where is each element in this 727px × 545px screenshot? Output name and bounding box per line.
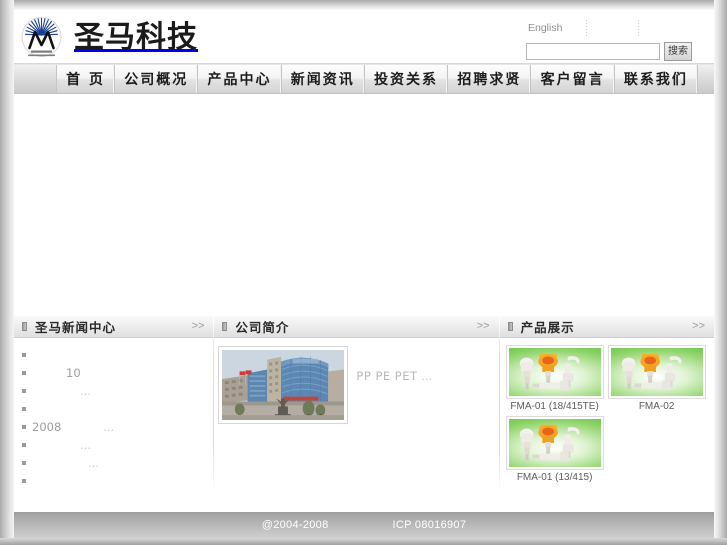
panel-about: 公司简介 >> PP PE PET ... (214, 316, 499, 491)
product-thumbnail-frame (505, 416, 604, 470)
list-item[interactable]: ... (20, 436, 207, 454)
site-header: 圣马科技 English 搜索 (14, 10, 714, 64)
list-item[interactable]: ... (20, 454, 207, 472)
logo-wordmark: 圣马科技 (74, 19, 198, 55)
dotted-divider-1 (586, 20, 587, 36)
nav-item-news[interactable]: 新闻资讯 (282, 65, 365, 93)
nav-item-products[interactable]: 产品中心 (198, 65, 282, 93)
panel-about-body: PP PE PET ... (214, 338, 498, 424)
pump-dispenser-photo (610, 348, 703, 396)
footer-icp: ICP 08016907 (392, 519, 467, 531)
panel-about-more-link[interactable]: >> (477, 320, 490, 332)
panel-products-header: 产品展示 >> (499, 316, 714, 338)
panel-products-title: 产品展示 (520, 320, 575, 335)
dotted-divider-2 (638, 20, 639, 36)
panel-news-more-link[interactable]: >> (192, 320, 205, 332)
language-switch-english[interactable]: English (528, 22, 562, 34)
panel-about-header: 公司简介 >> (214, 316, 499, 338)
panel-bullet-icon (507, 322, 513, 331)
nav-item-about[interactable]: 公司概况 (115, 65, 199, 93)
list-item[interactable]: 10 (20, 364, 207, 382)
product-label: FMA-02 (638, 401, 675, 412)
banner-area (14, 94, 714, 316)
site-logo[interactable]: 圣马科技 (19, 15, 198, 60)
list-item[interactable] (20, 400, 207, 418)
nav-item-contact[interactable]: 联系我们 (615, 65, 698, 93)
panel-news-header: 圣马新闻中心 >> (14, 316, 214, 338)
window-bottom-edge (0, 538, 727, 545)
search-form: 搜索 (526, 42, 692, 61)
list-item[interactable] (20, 346, 207, 364)
search-input[interactable] (526, 43, 660, 60)
panel-bullet-icon (22, 322, 27, 331)
footer-copyright: @2004-2008 (261, 519, 329, 531)
panel-news-body: 10 ... 2008... ... ... (14, 338, 213, 491)
search-button[interactable]: 搜索 (664, 42, 692, 61)
nav-item-home[interactable]: 首 页 (56, 65, 116, 93)
header-utilities: English 搜索 (526, 20, 706, 61)
product-label: FMA-01 (18/415TE) (510, 401, 599, 412)
product-thumbnail-frame (607, 345, 706, 399)
company-photo-frame[interactable] (218, 346, 349, 424)
pump-dispenser-photo (508, 348, 601, 396)
window-top-edge (0, 0, 727, 10)
about-materials: PP PE PET (356, 369, 418, 383)
about-intro-text: PP PE PET ... (348, 346, 492, 424)
list-item[interactable]: ... (20, 382, 207, 400)
panel-bullet-icon (222, 322, 228, 331)
company-building-photo (222, 350, 345, 420)
nav-item-feedback[interactable]: 客户留言 (531, 65, 615, 93)
product-thumbnail-frame (505, 345, 604, 399)
product-label: FMA-01 (13/415) (516, 472, 593, 483)
window-right-edge (714, 0, 727, 545)
list-item[interactable] (20, 472, 207, 490)
site-container: 圣马科技 English 搜索 首 页 公司概况 产品中心 新闻资讯 投资关系 (14, 10, 714, 545)
sunburst-logo-icon (19, 15, 64, 60)
panel-about-title: 公司简介 (235, 320, 290, 335)
product-card[interactable]: FMA-01 (13/415) (505, 416, 604, 483)
panel-news-title: 圣马新闻中心 (35, 320, 117, 335)
panel-news: 圣马新闻中心 >> 10 ... 2008... ... ... (14, 316, 214, 491)
product-card[interactable]: FMA-02 (607, 345, 706, 412)
footer-spacer (14, 491, 714, 511)
main-navigation: 首 页 公司概况 产品中心 新闻资讯 投资关系 招聘求贤 客户留言 联系我们 (14, 64, 714, 94)
nav-item-investors[interactable]: 投资关系 (365, 65, 449, 93)
list-item[interactable]: 2008... (20, 418, 207, 436)
language-bar: English (526, 20, 706, 38)
news-list: 10 ... 2008... ... ... (20, 346, 207, 490)
panel-products-more-link[interactable]: >> (692, 320, 705, 332)
site-footer: @2004-2008 ICP 08016907 (14, 512, 714, 538)
nav-end-cap (698, 65, 714, 93)
panel-products: 产品展示 >> FMA-01 (18/415TE) FMA-02 FMA-01 … (499, 316, 714, 491)
product-grid: FMA-01 (18/415TE) FMA-02 FMA-01 (13/415) (500, 338, 714, 483)
content-panels: 圣马新闻中心 >> 10 ... 2008... ... ... 公司简介 >>… (14, 316, 714, 491)
nav-item-careers[interactable]: 招聘求贤 (448, 65, 532, 93)
page-root: 圣马科技 English 搜索 首 页 公司概况 产品中心 新闻资讯 投资关系 (0, 0, 727, 545)
product-card[interactable]: FMA-01 (18/415TE) (505, 345, 604, 412)
about-ellipsis: ... (421, 369, 433, 383)
pump-dispenser-photo (508, 419, 601, 467)
window-left-edge (0, 0, 14, 545)
